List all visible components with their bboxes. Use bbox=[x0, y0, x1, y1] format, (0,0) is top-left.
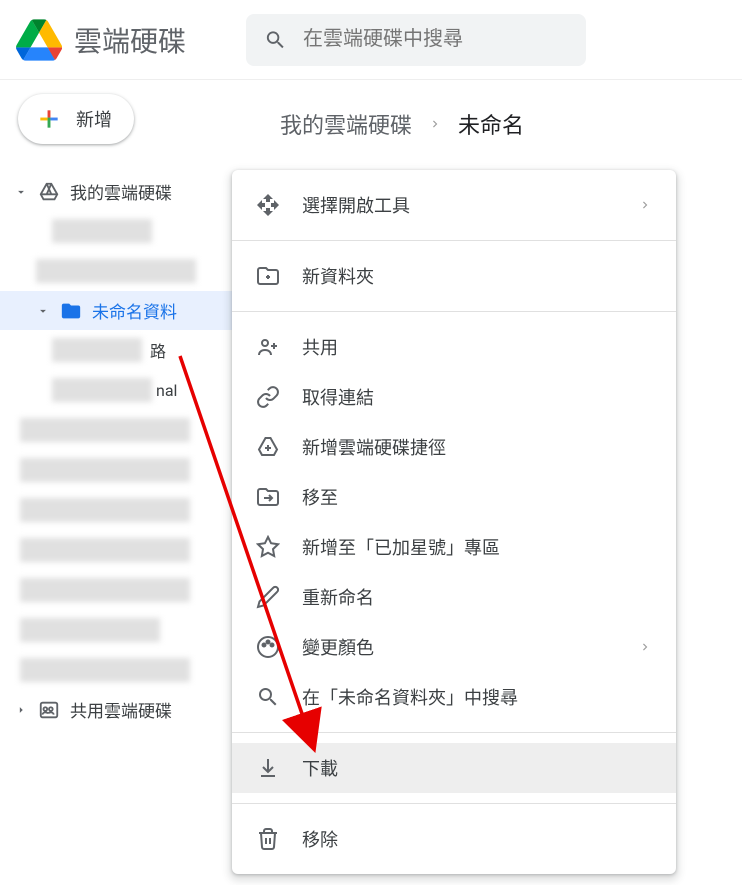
shared-drives-icon bbox=[38, 699, 60, 721]
rename-icon bbox=[256, 585, 280, 609]
menu-new-folder[interactable]: 新資料夾 bbox=[232, 251, 676, 301]
star-icon bbox=[256, 535, 280, 559]
breadcrumb: 我的雲端硬碟 未命名 bbox=[260, 80, 742, 140]
blurred-row bbox=[0, 530, 260, 570]
shortcut-icon bbox=[256, 435, 280, 459]
search-box[interactable] bbox=[246, 14, 586, 66]
chevron-right-icon bbox=[428, 117, 442, 131]
search-icon bbox=[264, 28, 287, 52]
blurred-row: 路 bbox=[0, 330, 260, 370]
move-to-icon bbox=[256, 485, 280, 509]
menu-label: 新增至「已加星號」專區 bbox=[302, 534, 500, 560]
menu-add-star[interactable]: 新增至「已加星號」專區 bbox=[232, 522, 676, 572]
blurred-row bbox=[0, 490, 260, 530]
expand-down-icon bbox=[14, 185, 28, 199]
chevron-right-icon bbox=[638, 198, 652, 212]
sidebar-label: 未命名資料 bbox=[92, 298, 177, 323]
menu-share[interactable]: 共用 bbox=[232, 322, 676, 372]
sidebar-label: 我的雲端硬碟 bbox=[70, 179, 172, 204]
download-icon bbox=[256, 756, 280, 780]
share-icon bbox=[256, 335, 280, 359]
sidebar-shared-drives[interactable]: 共用雲端硬碟 bbox=[0, 690, 260, 729]
sidebar-active-folder[interactable]: 未命名資料 bbox=[0, 291, 260, 330]
chevron-right-icon bbox=[638, 640, 652, 654]
menu-label: 移至 bbox=[302, 484, 338, 510]
drive-icon bbox=[16, 17, 62, 63]
blurred-row bbox=[0, 650, 260, 690]
new-button[interactable]: 新增 bbox=[18, 94, 134, 144]
menu-divider bbox=[232, 311, 676, 312]
menu-download[interactable]: 下載 bbox=[232, 743, 676, 793]
menu-label: 重新命名 bbox=[302, 584, 374, 610]
sidebar-my-drive[interactable]: 我的雲端硬碟 bbox=[0, 172, 260, 211]
menu-label: 新資料夾 bbox=[302, 263, 374, 289]
menu-divider bbox=[232, 803, 676, 804]
menu-label: 選擇開啟工具 bbox=[302, 192, 410, 218]
menu-label: 取得連結 bbox=[302, 384, 374, 410]
sidebar: 新增 我的雲端硬碟 未命名資料 路 nal 共用雲端硬碟 bbox=[0, 80, 260, 743]
blurred-row bbox=[0, 450, 260, 490]
blurred-row bbox=[0, 570, 260, 610]
menu-open-with[interactable]: 選擇開啟工具 bbox=[232, 180, 676, 230]
blurred-row bbox=[0, 410, 260, 450]
header: 雲端硬碟 bbox=[0, 0, 742, 80]
breadcrumb-current[interactable]: 未命名 bbox=[458, 108, 524, 140]
palette-icon bbox=[256, 635, 280, 659]
menu-remove[interactable]: 移除 bbox=[232, 814, 676, 864]
breadcrumb-root[interactable]: 我的雲端硬碟 bbox=[280, 108, 412, 140]
menu-label: 變更顏色 bbox=[302, 634, 374, 660]
menu-label: 移除 bbox=[302, 826, 338, 852]
menu-change-color[interactable]: 變更顏色 bbox=[232, 622, 676, 672]
menu-get-link[interactable]: 取得連結 bbox=[232, 372, 676, 422]
menu-label: 下載 bbox=[302, 755, 338, 781]
menu-move-to[interactable]: 移至 bbox=[232, 472, 676, 522]
trash-icon bbox=[256, 827, 280, 851]
context-menu: 選擇開啟工具 新資料夾 共用 取得連結 新增雲端硬碟捷徑 移至 新增至「已加星號… bbox=[232, 170, 676, 874]
expand-right-icon bbox=[14, 703, 28, 717]
drive-small-icon bbox=[38, 181, 60, 203]
menu-divider bbox=[232, 240, 676, 241]
expand-down-icon bbox=[36, 304, 50, 318]
drive-logo[interactable]: 雲端硬碟 bbox=[16, 17, 186, 63]
blurred-row: nal bbox=[0, 370, 260, 410]
menu-label: 新增雲端硬碟捷徑 bbox=[302, 434, 446, 460]
new-button-label: 新增 bbox=[76, 106, 112, 132]
open-with-icon bbox=[256, 193, 280, 217]
blurred-row bbox=[0, 251, 260, 291]
blurred-row bbox=[0, 610, 260, 650]
plus-icon bbox=[36, 106, 62, 132]
link-icon bbox=[256, 385, 280, 409]
app-title: 雲端硬碟 bbox=[74, 20, 186, 60]
menu-label: 共用 bbox=[302, 334, 338, 360]
menu-add-shortcut[interactable]: 新增雲端硬碟捷徑 bbox=[232, 422, 676, 472]
folder-icon bbox=[60, 300, 82, 322]
menu-rename[interactable]: 重新命名 bbox=[232, 572, 676, 622]
menu-search-in[interactable]: 在「未命名資料夾」中搜尋 bbox=[232, 672, 676, 722]
search-input[interactable] bbox=[303, 28, 568, 51]
menu-divider bbox=[232, 732, 676, 733]
blurred-row bbox=[0, 211, 260, 251]
new-folder-icon bbox=[256, 264, 280, 288]
search-icon bbox=[256, 685, 280, 709]
menu-label: 在「未命名資料夾」中搜尋 bbox=[302, 684, 518, 710]
sidebar-label: 共用雲端硬碟 bbox=[70, 697, 172, 722]
